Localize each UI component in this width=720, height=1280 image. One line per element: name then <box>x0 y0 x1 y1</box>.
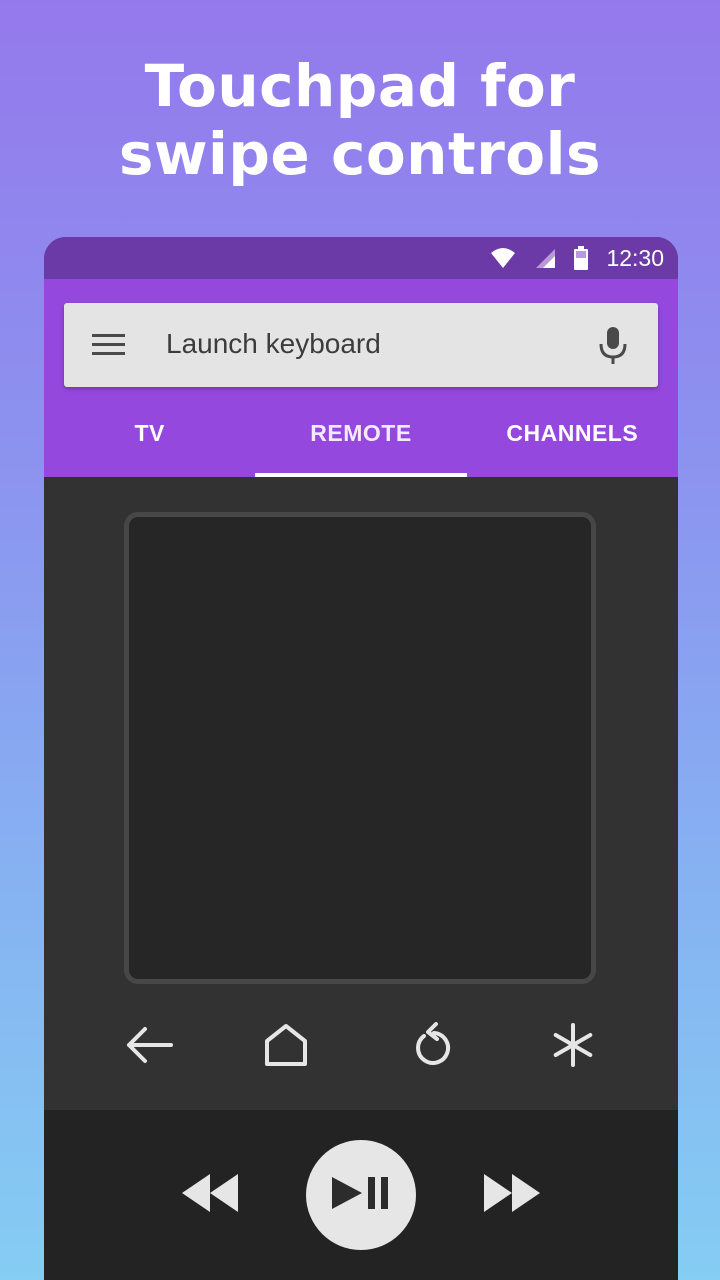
replay-icon <box>410 1021 452 1073</box>
options-icon <box>551 1022 595 1072</box>
touchpad[interactable] <box>124 512 596 984</box>
wifi-icon <box>490 247 516 269</box>
home-icon <box>264 1023 308 1072</box>
headline-line-1: Touchpad for <box>144 52 576 120</box>
replay-button[interactable] <box>401 1017 461 1077</box>
play-pause-icon <box>332 1176 390 1214</box>
menu-icon[interactable] <box>92 333 126 357</box>
search-placeholder[interactable]: Launch keyboard <box>166 328 381 360</box>
tab-remote[interactable]: REMOTE <box>255 409 467 477</box>
options-button[interactable] <box>543 1017 603 1077</box>
signal-icon <box>534 247 556 269</box>
play-pause-button[interactable] <box>306 1140 416 1250</box>
tab-tv[interactable]: TV <box>44 409 255 477</box>
battery-icon <box>574 246 589 270</box>
back-button[interactable] <box>119 1017 179 1077</box>
phone-screen: 12:30 Launch keyboard TV REMOTE CHANNELS <box>44 237 678 1280</box>
status-bar: 12:30 <box>44 237 678 279</box>
back-icon <box>125 1025 173 1070</box>
rewind-icon <box>182 1173 238 1217</box>
fast-forward-icon <box>484 1173 540 1217</box>
status-time: 12:30 <box>606 244 664 271</box>
search-bar[interactable]: Launch keyboard <box>64 303 658 387</box>
fast-forward-button[interactable] <box>482 1165 542 1225</box>
rewind-button[interactable] <box>180 1165 240 1225</box>
tab-channels[interactable]: CHANNELS <box>467 409 678 477</box>
tab-bar: TV REMOTE CHANNELS <box>44 409 678 477</box>
app-bar: Launch keyboard TV REMOTE CHANNELS <box>44 279 678 477</box>
media-controls <box>44 1110 678 1280</box>
home-button[interactable] <box>256 1017 316 1077</box>
nav-button-row <box>44 1017 678 1077</box>
promo-headline: Touchpad for swipe controls <box>0 52 720 188</box>
headline-line-2: swipe controls <box>118 120 602 188</box>
mic-icon[interactable] <box>598 327 628 365</box>
remote-panel <box>44 477 678 1110</box>
